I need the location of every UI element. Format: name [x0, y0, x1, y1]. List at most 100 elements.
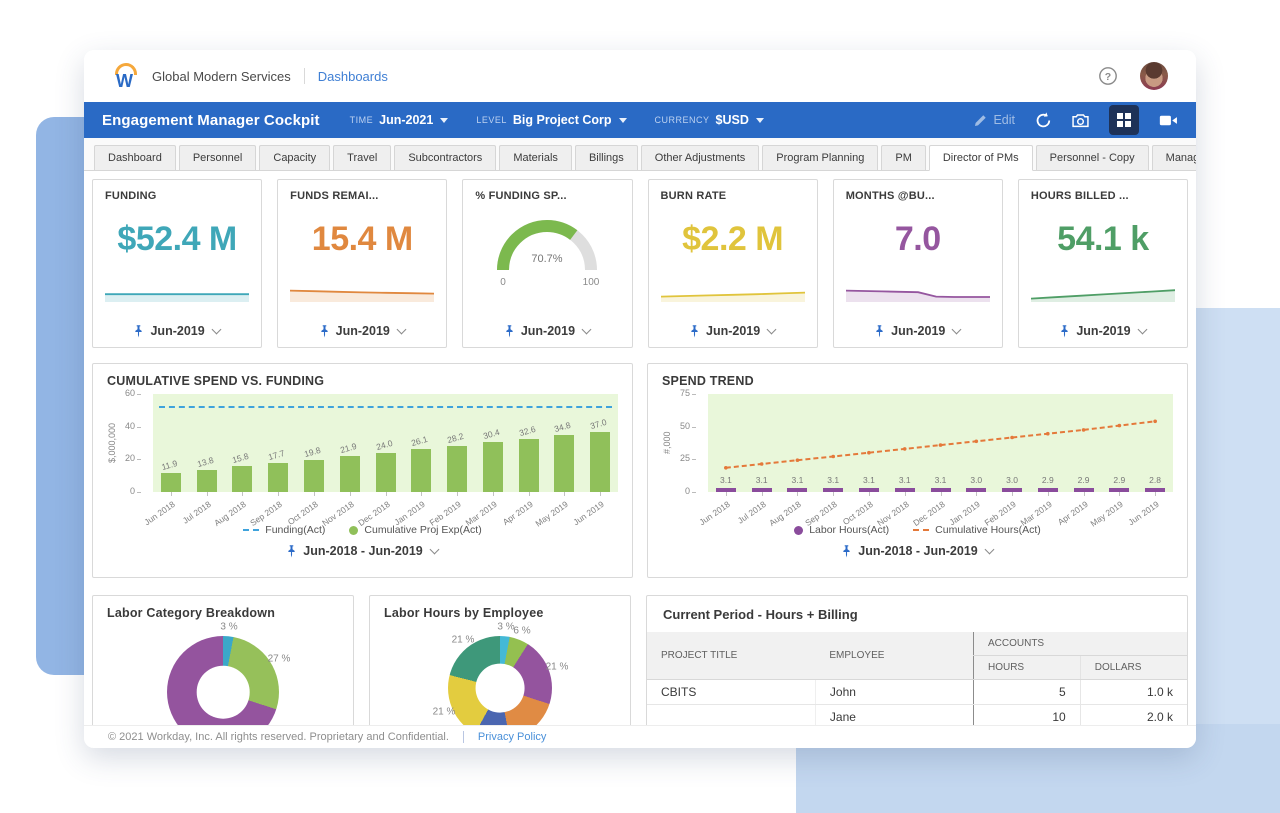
pin-icon — [842, 545, 851, 558]
x-axis-label: Mar 2019 — [1018, 499, 1053, 528]
time-selector[interactable]: TIME Jun-2021 — [350, 113, 449, 127]
gauge-chart: 70.7% 0 100 — [475, 204, 619, 293]
divider — [304, 68, 305, 84]
period-label: Jun-2018 - Jun-2019 — [303, 544, 423, 558]
camera-button[interactable] — [1072, 113, 1089, 128]
chevron-down-icon — [582, 324, 592, 334]
legend-item: Cumulative Proj Exp(Act) — [349, 524, 481, 536]
kpi-card-funding: FUNDING$52.4 MJun-2019 — [92, 179, 262, 348]
period-label: Jun-2019 — [1076, 324, 1130, 338]
video-camera-icon — [1159, 114, 1178, 127]
kpi-title: FUNDS REMAI... — [290, 190, 434, 202]
period-selector[interactable]: Jun-2018 - Jun-2019 — [662, 544, 1173, 558]
cumulative-spend-card: CUMULATIVE SPEND VS. FUNDING $,000,00002… — [92, 363, 633, 578]
tab-pm[interactable]: PM — [881, 145, 926, 171]
y-axis-tick: 20 — [125, 453, 135, 463]
video-camera-button[interactable] — [1159, 114, 1178, 127]
legend-symbol — [349, 526, 358, 535]
kpi-card-funding-sp: % FUNDING SP... 70.7% 0 100Jun-2019 — [462, 179, 632, 348]
currency-selector[interactable]: CURRENCY $USD — [655, 113, 764, 127]
y-axis-tick: 25 — [680, 453, 690, 463]
pin-icon — [875, 325, 884, 338]
dashboard-toolbar: Engagement Manager Cockpit TIME Jun-2021… — [84, 102, 1196, 138]
pin-icon — [287, 545, 296, 558]
caret-down-icon — [440, 118, 448, 123]
x-axis-label: Oct 2018 — [286, 499, 320, 527]
period-selector[interactable]: Jun-2019 — [463, 324, 631, 338]
chevron-down-icon — [767, 324, 777, 334]
period-selector[interactable]: Jun-2019 — [1019, 324, 1187, 338]
level-selector[interactable]: LEVEL Big Project Corp — [476, 113, 626, 127]
tab-capacity[interactable]: Capacity — [259, 145, 330, 171]
bar — [340, 456, 360, 492]
chevron-down-icon — [952, 324, 962, 334]
y-axis-tick: 0 — [130, 486, 135, 496]
bar-value-label: 34.8 — [553, 420, 572, 434]
tab-strip: DashboardPersonnelCapacityTravelSubcontr… — [84, 138, 1196, 171]
x-axis-label: Jan 2019 — [948, 499, 982, 527]
x-axis-label: Mar 2019 — [463, 499, 498, 528]
kpi-title: BURN RATE — [661, 190, 805, 202]
period-selector[interactable]: Jun-2019 — [93, 324, 261, 338]
chart-title: Labor Hours by Employee — [384, 606, 616, 620]
legend-symbol — [913, 529, 929, 531]
workday-logo[interactable]: W — [112, 63, 138, 89]
pin-icon — [134, 325, 143, 338]
donut-label: 3 % — [497, 622, 514, 633]
y-axis-title: $,000,000 — [107, 394, 117, 492]
x-axis-label: Feb 2019 — [428, 499, 463, 528]
tab-personnel[interactable]: Personnel — [179, 145, 257, 171]
x-axis-label: Apr 2019 — [1055, 499, 1089, 527]
tab-other-adjustments[interactable]: Other Adjustments — [641, 145, 760, 171]
chevron-down-icon — [396, 324, 406, 334]
svg-text:100: 100 — [583, 277, 600, 288]
breadcrumb-dashboards[interactable]: Dashboards — [318, 69, 388, 84]
tab-manager-dashboard[interactable]: Manager Dashboard — [1152, 145, 1196, 171]
bar-value-label: 2.8 — [1149, 475, 1161, 485]
period-selector[interactable]: Jun-2019 — [278, 324, 446, 338]
tab-subcontractors[interactable]: Subcontractors — [394, 145, 496, 171]
x-axis-label: Oct 2018 — [841, 499, 875, 527]
col-header-dollars: DOLLARS — [1080, 656, 1187, 680]
bar — [376, 453, 396, 492]
camera-icon — [1072, 113, 1089, 128]
tab-personnel-copy[interactable]: Personnel - Copy — [1036, 145, 1149, 171]
x-axis-label: Nov 2018 — [320, 499, 356, 528]
edit-button[interactable]: Edit — [974, 113, 1015, 127]
period-label: Jun-2019 — [891, 324, 945, 338]
period-selector[interactable]: Jun-2019 — [834, 324, 1002, 338]
period-label: Jun-2019 — [336, 324, 390, 338]
period-selector[interactable]: Jun-2019 — [649, 324, 817, 338]
tab-billings[interactable]: Billings — [575, 145, 638, 171]
period-selector[interactable]: Jun-2018 - Jun-2019 — [107, 544, 618, 558]
chart-title: SPEND TREND — [662, 374, 1173, 388]
grid-view-button[interactable] — [1109, 105, 1139, 135]
tab-director-of-pms[interactable]: Director of PMs — [929, 145, 1033, 171]
bar — [197, 470, 217, 493]
bar — [304, 460, 324, 492]
donut-label: 21 % — [433, 707, 456, 718]
refresh-button[interactable] — [1035, 112, 1052, 129]
tab-travel[interactable]: Travel — [333, 145, 391, 171]
user-avatar[interactable] — [1140, 62, 1168, 90]
currency-label: CURRENCY — [655, 115, 710, 125]
donut-label: 27 % — [268, 654, 291, 665]
x-axis-label: Sep 2018 — [248, 499, 284, 528]
level-value: Big Project Corp — [513, 113, 612, 127]
pencil-icon — [974, 114, 987, 127]
privacy-policy-link[interactable]: Privacy Policy — [478, 731, 546, 743]
x-axis-label: Feb 2019 — [983, 499, 1018, 528]
donut-label: 3 % — [220, 622, 237, 633]
tab-program-planning[interactable]: Program Planning — [762, 145, 878, 171]
tab-dashboard[interactable]: Dashboard — [94, 145, 176, 171]
tab-materials[interactable]: Materials — [499, 145, 572, 171]
bar-value-label: 11.9 — [160, 458, 178, 472]
help-button[interactable]: ? — [1098, 66, 1118, 86]
edit-label: Edit — [993, 113, 1015, 127]
help-icon: ? — [1098, 66, 1118, 86]
donut-hole — [197, 666, 250, 719]
kpi-title: FUNDING — [105, 190, 249, 202]
sparkline — [661, 277, 805, 303]
bar-value-label: 19.8 — [303, 445, 322, 459]
window-footer: © 2021 Workday, Inc. All rights reserved… — [84, 725, 1196, 748]
